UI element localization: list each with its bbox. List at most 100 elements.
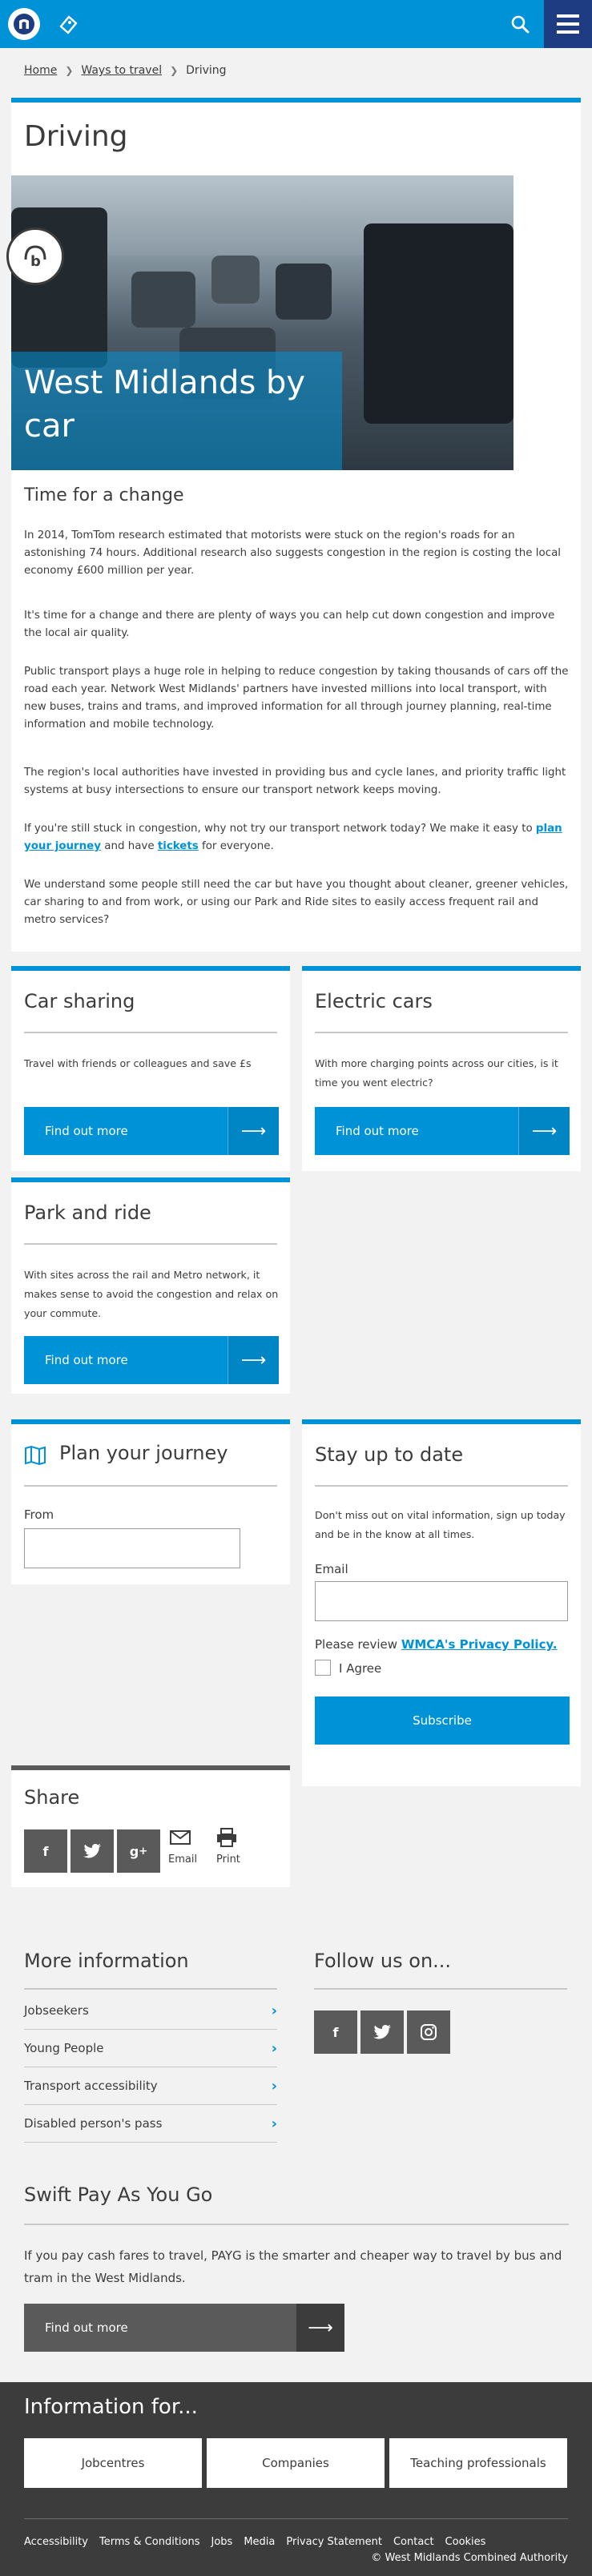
more-info-link-jobseekers[interactable]: Jobseekers › <box>24 1992 277 2030</box>
facebook-icon[interactable]: f <box>314 2010 357 2054</box>
button-label: Find out more <box>45 1124 128 1138</box>
more-info-link-transport-accessibility[interactable]: Transport accessibility › <box>24 2067 277 2105</box>
paragraph-1: In 2014, TomTom research estimated that … <box>24 529 561 577</box>
electric-cars-text: With more charging points across our cit… <box>315 1057 558 1089</box>
privacy-notice: Please review WMCA's Privacy Policy. <box>315 1637 558 1652</box>
electric-cars-title: Electric cars <box>315 990 433 1012</box>
site-header <box>0 0 592 48</box>
site-footer: Information for... Jobcentres Companies … <box>0 2382 592 2576</box>
search-icon[interactable] <box>502 6 538 42</box>
twitter-icon[interactable] <box>70 1829 114 1873</box>
paragraph-3: Public transport plays a huge role in he… <box>24 666 569 731</box>
footer-link-privacy[interactable]: Privacy Statement <box>286 2536 382 2548</box>
info-jobcentres-button[interactable]: Jobcentres <box>24 2438 202 2488</box>
car-sharing-find-out-more-button[interactable]: Find out more ⟶ <box>24 1107 279 1155</box>
plan-your-journey-title: Plan your journey <box>59 1442 228 1464</box>
page-title: Driving <box>24 120 128 153</box>
info-teaching-professionals-button[interactable]: Teaching professionals <box>389 2438 567 2488</box>
link-label: Jobseekers <box>24 2003 89 2018</box>
electric-cars-card: Electric cars With more charging points … <box>302 966 581 1171</box>
subscribe-button[interactable]: Subscribe <box>315 1697 570 1745</box>
park-and-ride-text: With sites across the rail and Metro net… <box>24 1269 279 1319</box>
hero-image: West Midlands by car <box>11 175 513 470</box>
button-label: Find out more <box>45 2320 128 2335</box>
map-icon <box>25 1445 46 1466</box>
share-card: Share f g + Email Print <box>11 1765 290 1887</box>
stay-up-to-date-text: Don't miss out on vital information, sig… <box>315 1509 566 1540</box>
park-and-ride-find-out-more-button[interactable]: Find out more ⟶ <box>24 1336 279 1384</box>
link-label: Disabled person's pass <box>24 2116 163 2131</box>
payg-find-out-more-button[interactable]: Find out more ⟶ <box>24 2304 344 2352</box>
footer-link-cookies[interactable]: Cookies <box>445 2536 486 2548</box>
breadcrumb-home[interactable]: Home <box>24 64 57 77</box>
footer-link-accessibility[interactable]: Accessibility <box>24 2536 88 2548</box>
breadcrumb: Home ❯ Ways to travel ❯ Driving <box>0 48 592 93</box>
agree-label: I Agree <box>339 1661 382 1676</box>
from-label: From <box>24 1507 54 1522</box>
email-field[interactable] <box>315 1581 568 1621</box>
footer-link-contact[interactable]: Contact <box>393 2536 434 2548</box>
button-label: Find out more <box>45 1353 128 1367</box>
network-logo[interactable] <box>8 8 40 40</box>
arrow-right-icon: ⟶ <box>518 1107 570 1155</box>
breadcrumb-current: Driving <box>186 64 227 77</box>
more-info-link-disabled-pass[interactable]: Disabled person's pass › <box>24 2105 277 2143</box>
footer-link-jobs[interactable]: Jobs <box>211 2536 233 2548</box>
arrow-right-icon: ⟶ <box>296 2304 344 2352</box>
print-icon[interactable] <box>216 1828 240 1849</box>
section-heading: Time for a change <box>24 485 184 505</box>
follow-us-title: Follow us on... <box>314 1950 452 1972</box>
twitter-icon[interactable] <box>360 2010 404 2054</box>
hero-title: West Midlands by car <box>24 364 306 445</box>
hamburger-menu-icon[interactable] <box>544 0 592 48</box>
email-label: Email <box>315 1562 348 1576</box>
main-content-card: Driving West Midlands by car b Time for … <box>6 98 581 952</box>
information-for-title: Information for... <box>24 2395 198 2419</box>
footer-link-terms[interactable]: Terms & Conditions <box>99 2536 200 2548</box>
chevron-right-icon: › <box>271 2115 277 2132</box>
car-sharing-title: Car sharing <box>24 990 135 1012</box>
paragraph-4: The region's local authorities have inve… <box>24 767 566 796</box>
park-and-ride-title: Park and ride <box>24 1201 151 1224</box>
stay-up-to-date-card: Stay up to date Don't miss out on vital … <box>302 1419 581 1786</box>
google-plus-icon[interactable]: g + <box>117 1829 160 1873</box>
browsealoud-icon[interactable]: b <box>6 227 64 285</box>
paragraph-5-text: for everyone. <box>198 840 274 852</box>
tickets-link[interactable]: tickets <box>158 840 199 852</box>
park-and-ride-card: Park and ride With sites across the rail… <box>11 1177 290 1394</box>
hero-title-overlay: West Midlands by car <box>11 352 342 470</box>
paragraph-5: If you're still stuck in congestion, why… <box>24 820 569 855</box>
from-input[interactable] <box>24 1528 240 1568</box>
paragraph-6: We understand some people still need the… <box>24 879 569 926</box>
ticket-icon[interactable] <box>54 10 82 38</box>
facebook-icon[interactable]: f <box>24 1829 67 1873</box>
network-n-logo-icon <box>14 14 34 34</box>
link-label: Transport accessibility <box>24 2079 158 2093</box>
info-companies-button[interactable]: Companies <box>207 2438 385 2488</box>
footer-link-media[interactable]: Media <box>244 2536 275 2548</box>
chevron-right-icon: › <box>271 2077 277 2095</box>
share-email-label[interactable]: Email <box>168 1854 197 1866</box>
paragraph-5-text: If you're still stuck in congestion, why… <box>24 823 536 835</box>
chevron-right-icon: › <box>271 2039 277 2057</box>
email-icon[interactable] <box>170 1829 194 1849</box>
electric-cars-find-out-more-button[interactable]: Find out more ⟶ <box>315 1107 570 1155</box>
arrow-right-icon: ⟶ <box>228 1107 279 1155</box>
chevron-right-icon: ❯ <box>170 65 179 76</box>
privacy-policy-link[interactable]: WMCA's Privacy Policy. <box>401 1637 558 1652</box>
share-title: Share <box>24 1786 80 1809</box>
privacy-prefix: Please review <box>315 1637 401 1652</box>
payg-title: Swift Pay As You Go <box>24 2184 213 2206</box>
car-sharing-card: Car sharing Travel with friends or colle… <box>11 966 290 1171</box>
paragraph-5-text: and have <box>101 840 158 852</box>
share-print-label[interactable]: Print <box>216 1854 240 1866</box>
agree-checkbox[interactable] <box>315 1660 331 1676</box>
breadcrumb-ways-to-travel[interactable]: Ways to travel <box>81 64 162 77</box>
more-info-link-young-people[interactable]: Young People › <box>24 2030 277 2067</box>
payg-text: If you pay cash fares to travel, PAYG is… <box>24 2248 562 2285</box>
svg-text:b: b <box>30 253 41 270</box>
footer-links: Accessibility Terms & Conditions Jobs Me… <box>24 2536 485 2548</box>
link-label: Young People <box>24 2041 104 2055</box>
instagram-icon[interactable] <box>407 2010 450 2054</box>
button-label: Find out more <box>336 1124 419 1138</box>
